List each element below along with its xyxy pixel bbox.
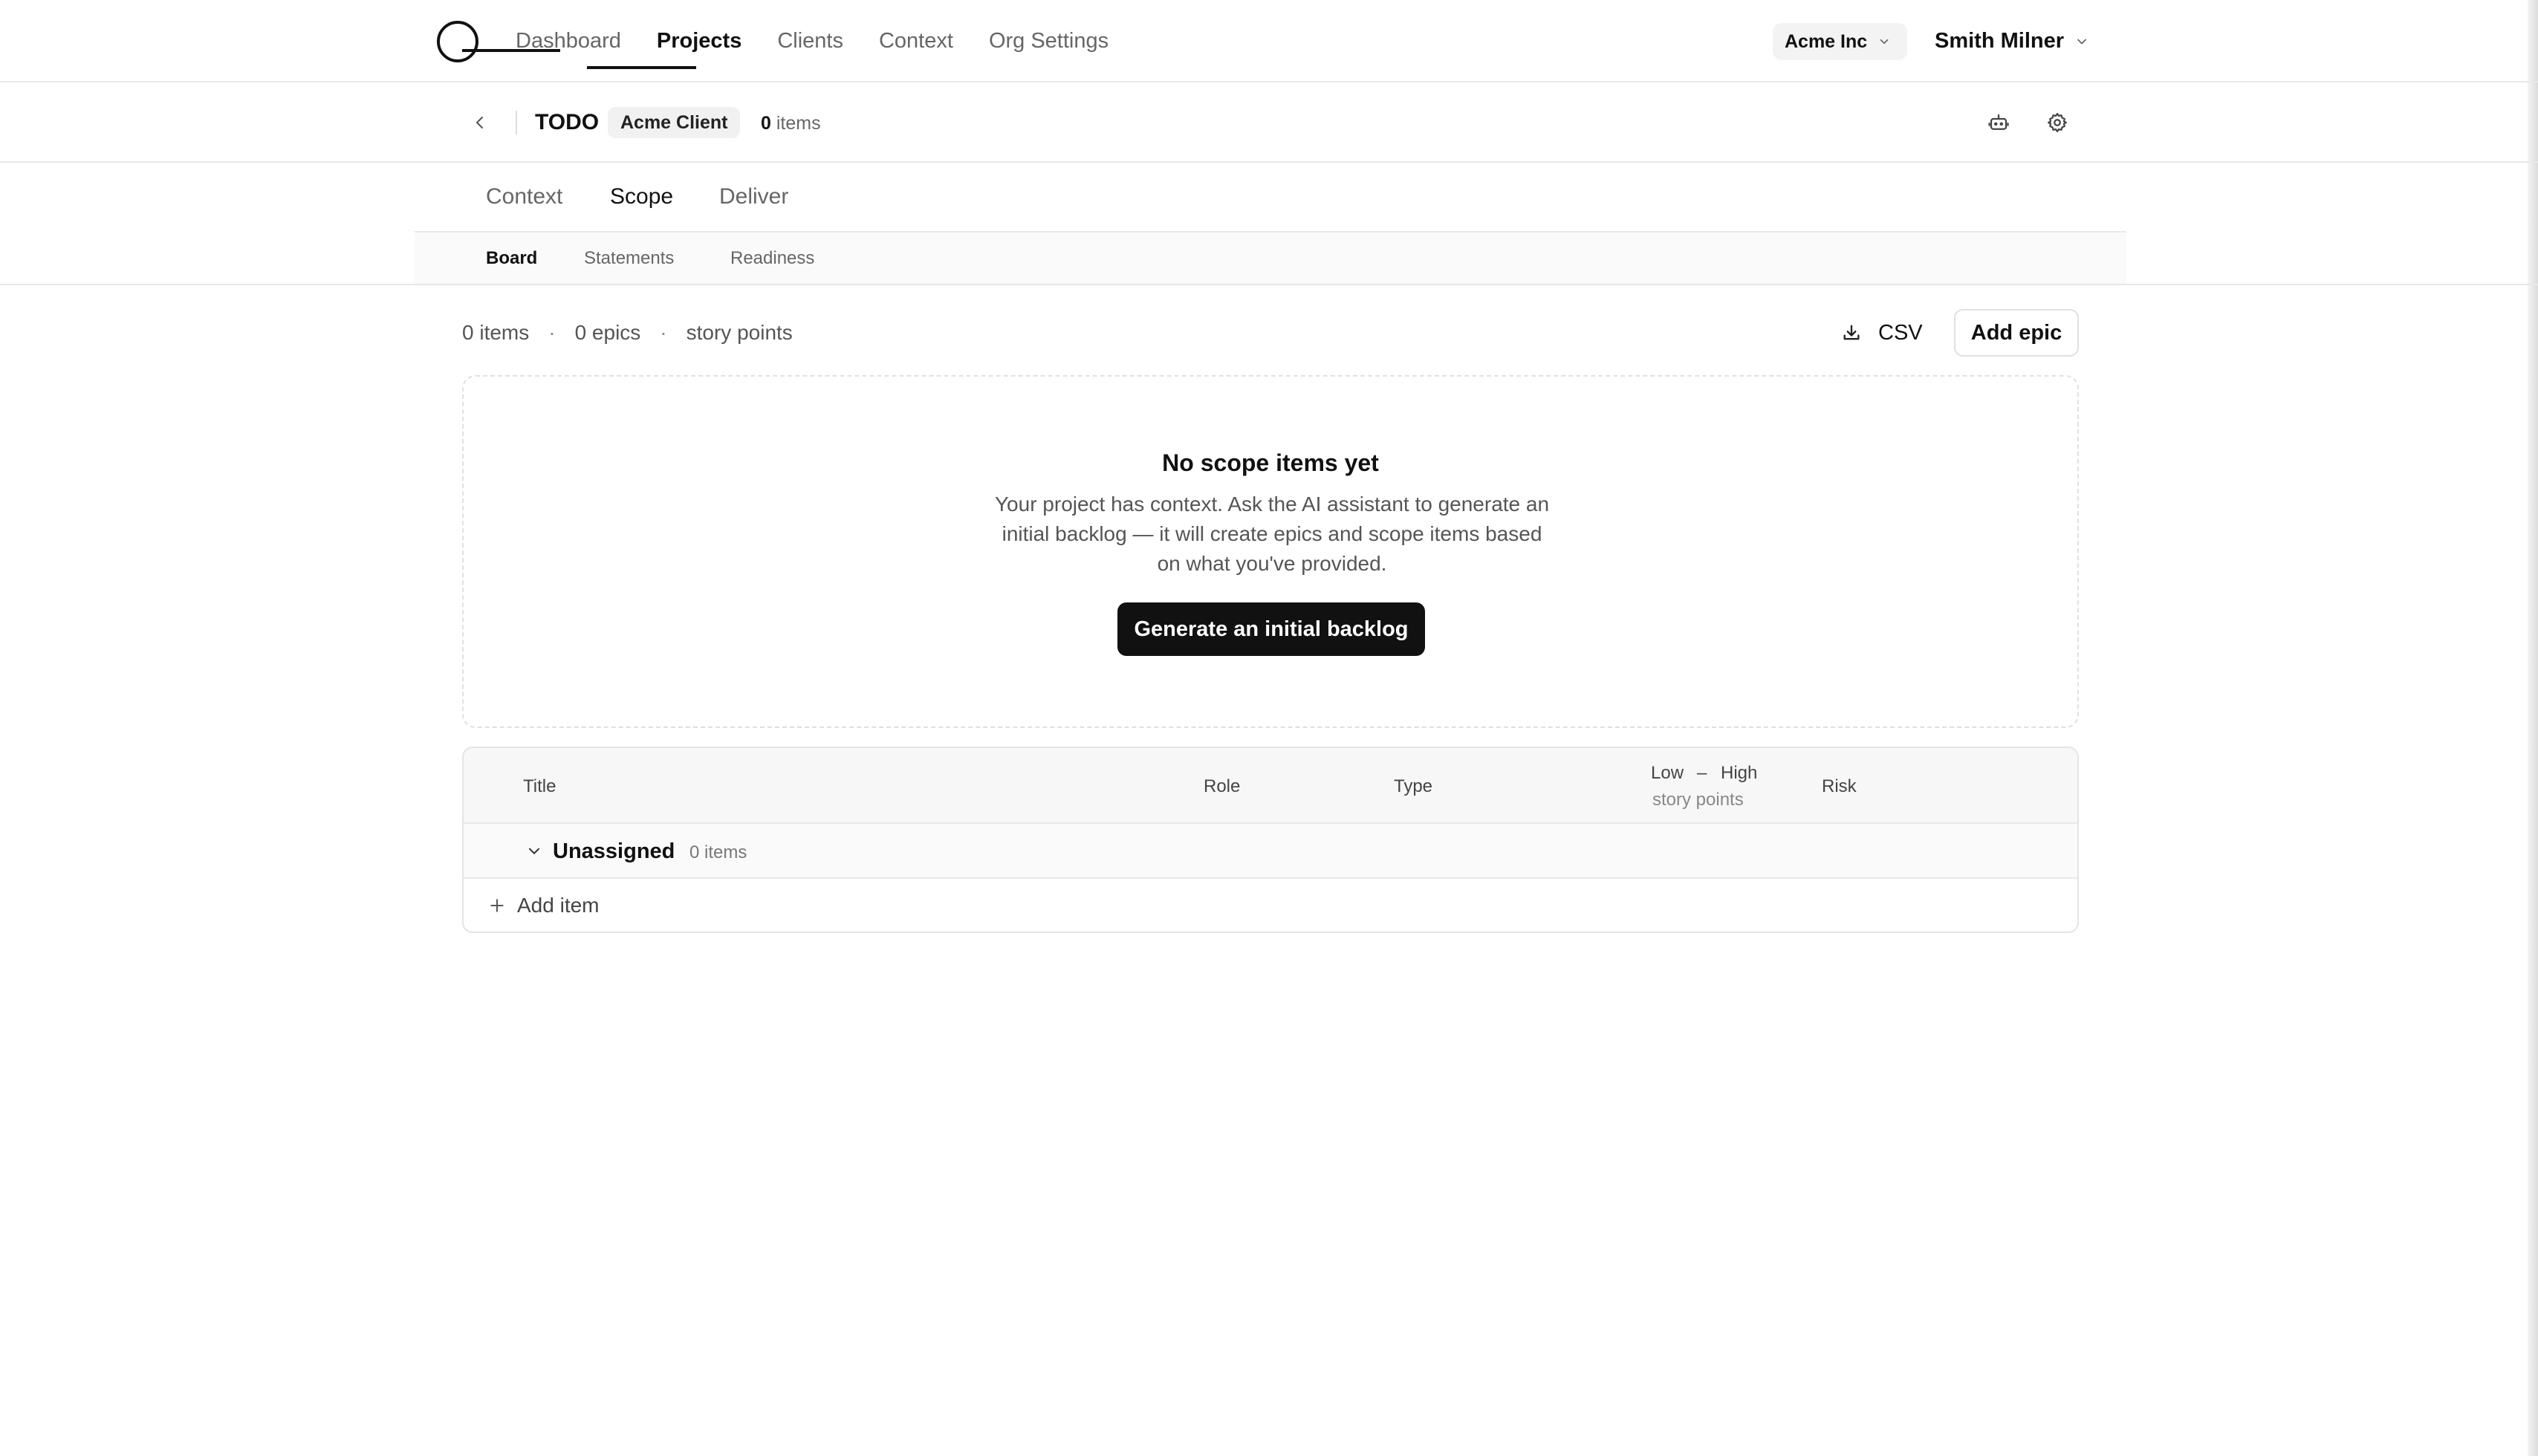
scope-table: Title Role Type Low – High story points …	[462, 747, 2079, 933]
nav-clients[interactable]: Clients	[777, 29, 843, 53]
column-risk[interactable]: Risk	[1822, 776, 1857, 797]
empty-state-description: Your project has context. Ask the AI ass…	[994, 493, 1550, 575]
summary-items: 0 items	[462, 321, 530, 344]
table-header: Title Role Type Low – High story points …	[464, 748, 2077, 824]
column-title[interactable]: Title	[523, 776, 556, 797]
item-count-value: 0	[761, 113, 771, 134]
chevron-left-icon	[476, 117, 483, 129]
user-menu[interactable]: Smith Milner	[1935, 0, 2089, 82]
top-navigation: Dashboard Projects Clients Context Org S…	[0, 0, 2538, 82]
tab-scope[interactable]: Scope	[610, 163, 673, 231]
csv-export-button[interactable]: CSV	[1834, 312, 1930, 354]
user-name: Smith Milner	[1935, 29, 2065, 53]
subtab-readiness[interactable]: Readiness	[730, 233, 814, 284]
project-item-count: 0 items	[761, 112, 821, 134]
csv-label: CSV	[1878, 320, 1923, 345]
chevron-down-icon	[2077, 39, 2086, 44]
secondary-tabs: Board Statements Readiness	[0, 233, 2538, 285]
column-high[interactable]: High	[1721, 763, 1757, 784]
window-edge	[2528, 0, 2538, 1456]
nav-projects[interactable]: Projects	[657, 29, 741, 53]
active-tab-indicator	[587, 66, 696, 69]
column-points-sub: story points	[1652, 790, 1744, 810]
nav-context[interactable]: Context	[879, 29, 953, 53]
empty-state: No scope items yet Your project has cont…	[462, 375, 2079, 728]
project-title: TODO	[535, 110, 600, 134]
add-item-label: Add item	[517, 894, 600, 917]
download-icon	[1843, 325, 1860, 340]
tab-context[interactable]: Context	[486, 163, 562, 231]
header-divider	[516, 111, 517, 134]
chevron-down-icon[interactable]	[526, 843, 542, 859]
subtab-statements[interactable]: Statements	[584, 233, 674, 284]
summary-points: story points	[686, 321, 793, 344]
gear-icon	[2048, 113, 2067, 132]
epic-group-row[interactable]: Unassigned 0 items	[464, 824, 2077, 879]
nav-org-settings[interactable]: Org Settings	[989, 29, 1109, 53]
add-epic-button[interactable]: Add epic	[1954, 309, 2079, 357]
app-logo-icon[interactable]	[437, 21, 478, 62]
summary-separator: ·	[660, 321, 667, 344]
scope-summary: 0 items · 0 epics · story points	[462, 318, 793, 348]
project-header: TODO Acme Client 0 items	[0, 82, 2538, 163]
subtab-board[interactable]: Board	[486, 233, 537, 284]
item-count-suffix: items	[776, 113, 821, 134]
empty-state-title: No scope items yet	[1162, 449, 1379, 476]
org-switcher[interactable]: Acme Inc	[1773, 23, 1908, 60]
column-low[interactable]: Low	[1651, 763, 1684, 784]
plus-icon	[490, 899, 504, 912]
summary-separator: ·	[548, 321, 556, 344]
project-settings-button[interactable]	[2044, 109, 2071, 136]
active-subtab-indicator	[462, 49, 560, 52]
group-name: Unassigned	[553, 839, 675, 863]
tab-deliver[interactable]: Deliver	[719, 163, 788, 231]
client-badge[interactable]: Acme Client	[608, 107, 741, 138]
main-nav: Dashboard Projects Clients Context Org S…	[516, 0, 1144, 82]
generate-backlog-button[interactable]: Generate an initial backlog	[1117, 602, 1425, 656]
ai-assistant-button[interactable]	[1985, 109, 2012, 136]
group-count: 0 items	[689, 842, 747, 862]
summary-epics: 0 epics	[574, 321, 641, 344]
chevron-down-icon	[1880, 39, 1889, 45]
column-range-dash: –	[1697, 763, 1707, 783]
column-type[interactable]: Type	[1394, 776, 1432, 797]
primary-tabs: Context Scope Deliver	[415, 163, 2126, 233]
org-name: Acme Inc	[1785, 30, 1868, 52]
back-button[interactable]	[467, 109, 493, 136]
column-role[interactable]: Role	[1204, 776, 1240, 797]
bot-icon	[1988, 114, 2009, 130]
add-item-button[interactable]: Add item	[464, 879, 2077, 932]
